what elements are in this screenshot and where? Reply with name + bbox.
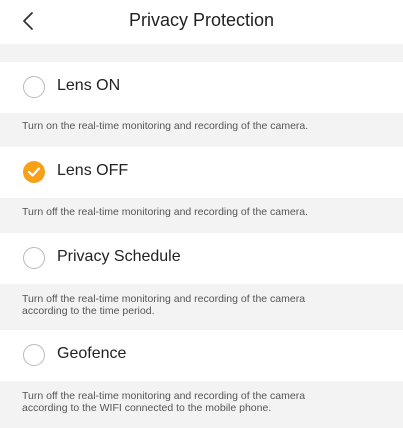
option-label: Lens OFF [57, 162, 129, 179]
radio-unchecked-icon[interactable] [23, 344, 45, 366]
option-description: Turn on the real-time monitoring and rec… [0, 113, 403, 147]
option-lens-off[interactable]: Lens OFF [0, 147, 403, 198]
option-label: Lens ON [57, 77, 121, 94]
radio-unchecked-icon[interactable] [23, 76, 45, 98]
checkmark-icon [27, 167, 41, 177]
option-description: Turn off the real-time monitoring and re… [0, 381, 403, 428]
section-divider [0, 44, 403, 62]
option-label: Geofence [57, 345, 127, 362]
option-description: Turn off the real-time monitoring and re… [0, 284, 403, 330]
top-bar: Privacy Protection [0, 0, 403, 44]
option-label: Privacy Schedule [57, 248, 181, 265]
radio-unchecked-icon[interactable] [23, 247, 45, 269]
option-lens-on[interactable]: Lens ON [0, 62, 403, 113]
option-privacy-schedule[interactable]: Privacy Schedule [0, 233, 403, 284]
radio-checked-icon[interactable] [23, 161, 45, 183]
page-title: Privacy Protection [128, 10, 275, 30]
option-geofence[interactable]: Geofence [0, 330, 403, 381]
option-description: Turn off the real-time monitoring and re… [0, 198, 403, 233]
